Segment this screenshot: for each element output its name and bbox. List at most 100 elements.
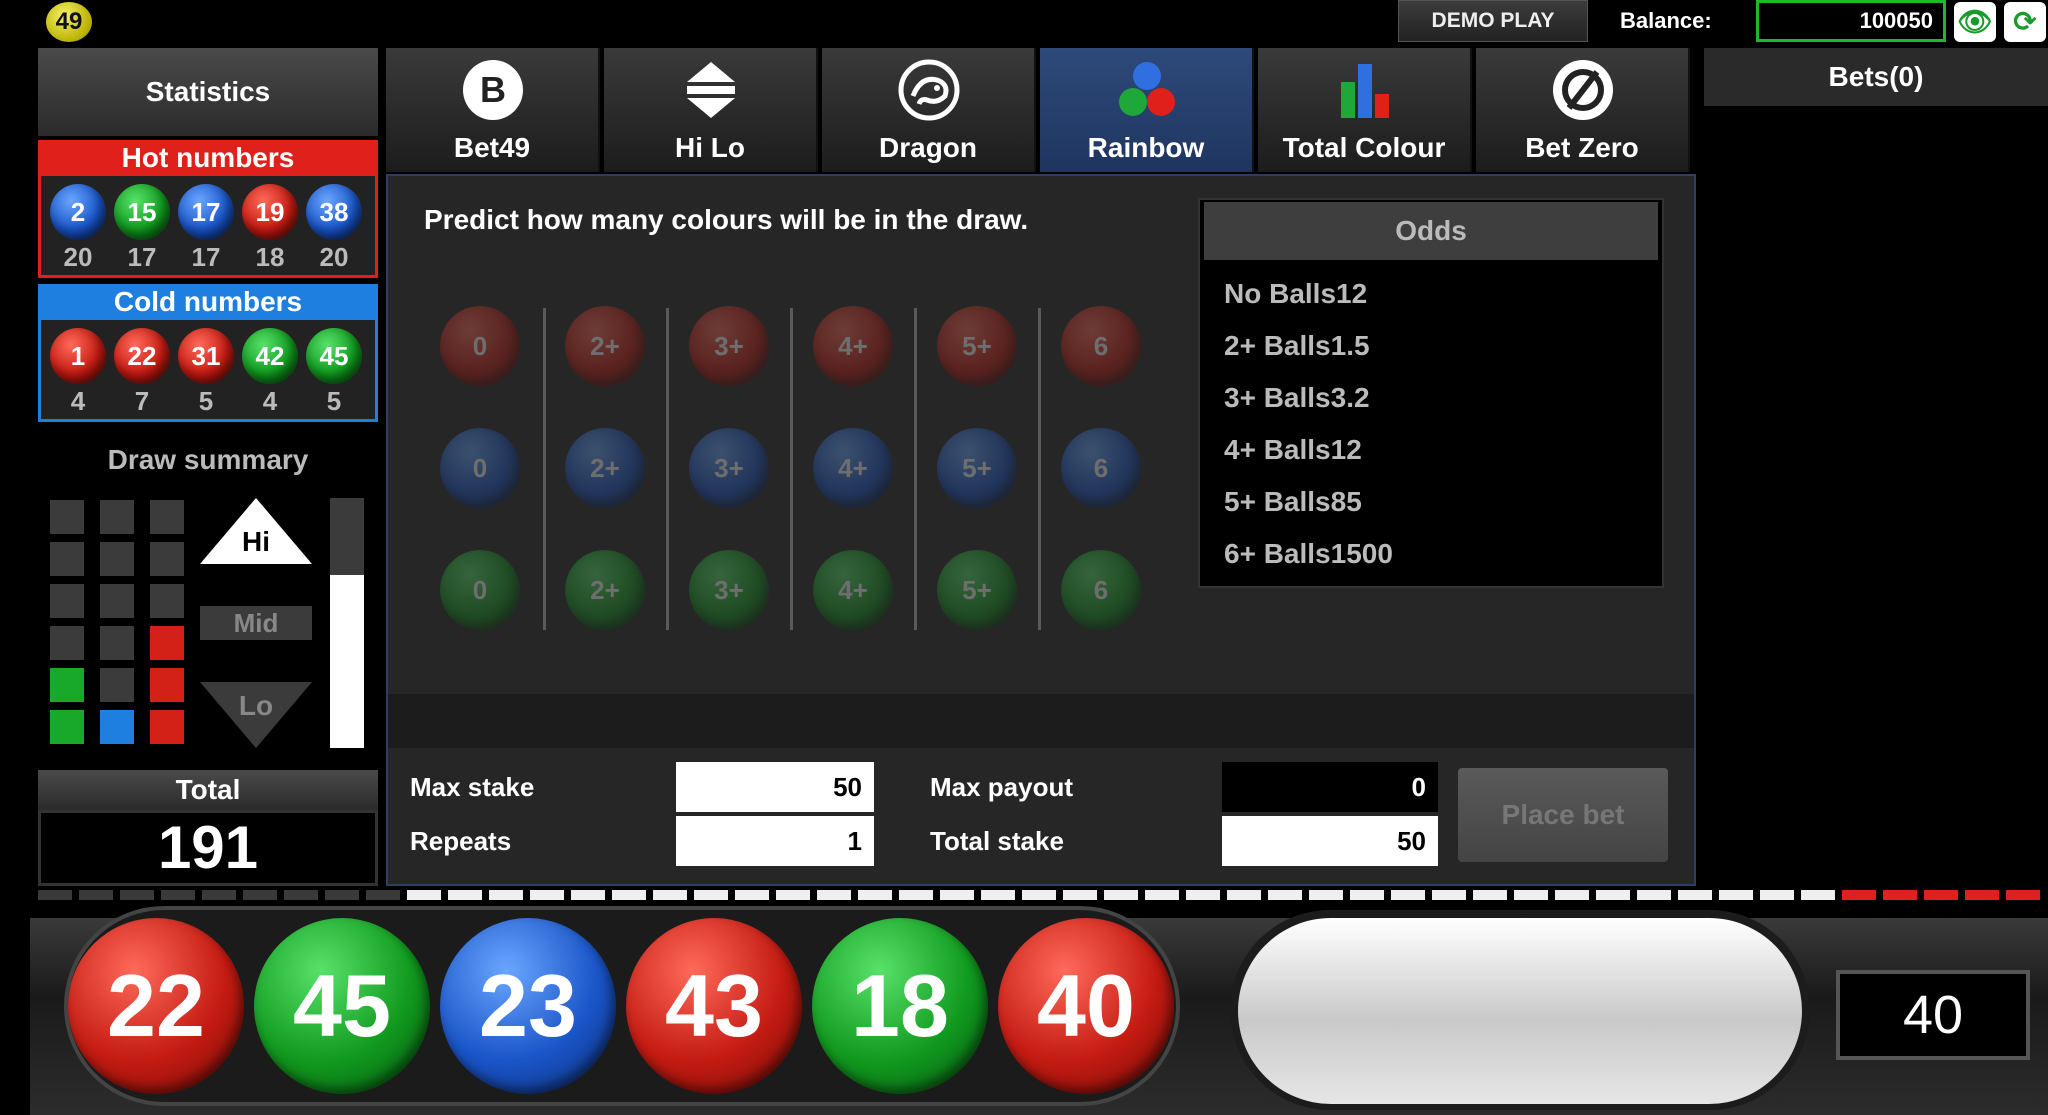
cold-number-count: 4 bbox=[70, 386, 86, 416]
eye-icon[interactable]: 👁 bbox=[1954, 2, 1996, 42]
grid-divider bbox=[666, 308, 669, 630]
cold-number-count: 4 bbox=[262, 386, 278, 416]
summary-cell bbox=[50, 626, 84, 660]
repeats-field[interactable]: 1 bbox=[676, 816, 874, 866]
balance-value: 100050 bbox=[1756, 0, 1946, 42]
progress-segment bbox=[776, 890, 810, 900]
colour-option-blue[interactable]: 6 bbox=[1061, 428, 1141, 508]
statistics-tab[interactable]: Statistics bbox=[38, 48, 378, 136]
hot-number-ball: 17 bbox=[178, 184, 234, 240]
colour-option-green[interactable]: 3+ bbox=[689, 550, 769, 630]
colour-option-green[interactable]: 0 bbox=[440, 550, 520, 630]
cold-number-ball: 42 bbox=[242, 328, 298, 384]
summary-cell bbox=[50, 710, 84, 744]
hot-number-ball: 15 bbox=[114, 184, 170, 240]
odds-row: 5+ Balls85 bbox=[1224, 486, 1362, 517]
progress-segment bbox=[284, 890, 318, 900]
panel-divider bbox=[388, 694, 1694, 748]
drawn-ball: 18 bbox=[812, 918, 988, 1094]
instruction-text: Predict how many colours will be in the … bbox=[424, 204, 1029, 235]
refresh-icon[interactable]: ⟳ bbox=[2004, 2, 2046, 42]
odds-row: 4+ Balls12 bbox=[1224, 434, 1362, 465]
colour-option-red[interactable]: 3+ bbox=[689, 306, 769, 386]
drawn-ball: 43 bbox=[626, 918, 802, 1094]
progress-segment bbox=[899, 890, 933, 900]
progress-segment bbox=[1350, 890, 1384, 900]
last-drawn-number: 40 bbox=[1836, 970, 2030, 1060]
progress-segment bbox=[1268, 890, 1302, 900]
progress-segment bbox=[38, 890, 72, 900]
summary-cell bbox=[150, 500, 184, 534]
cold-number-ball: 1 bbox=[50, 328, 106, 384]
colour-option-red[interactable]: 5+ bbox=[937, 306, 1017, 386]
tab-bet49[interactable]: B Bet49 bbox=[386, 48, 600, 172]
progress-segment bbox=[1719, 890, 1753, 900]
colour-option-red[interactable]: 6 bbox=[1061, 306, 1141, 386]
total-value: 191 bbox=[38, 810, 378, 886]
progress-segment bbox=[2006, 890, 2040, 900]
odds-title: Odds bbox=[1204, 202, 1658, 260]
colour-option-red[interactable]: 0 bbox=[440, 306, 520, 386]
summary-cell bbox=[50, 542, 84, 576]
progress-segment bbox=[448, 890, 482, 900]
summary-cell bbox=[50, 668, 84, 702]
colour-option-green[interactable]: 2+ bbox=[565, 550, 645, 630]
tab-rainbow[interactable]: Rainbow bbox=[1040, 48, 1254, 172]
cold-number-ball: 45 bbox=[306, 328, 362, 384]
lo-label: Lo bbox=[238, 690, 274, 721]
demo-play-button[interactable]: DEMO PLAY bbox=[1398, 0, 1588, 42]
colour-option-green[interactable]: 6 bbox=[1061, 550, 1141, 630]
progress-segment bbox=[120, 890, 154, 900]
place-bet-button[interactable]: Place bet bbox=[1458, 768, 1668, 862]
tab-dragon[interactable]: Dragon bbox=[822, 48, 1036, 172]
drawn-ball: 23 bbox=[440, 918, 616, 1094]
progress-segment bbox=[1145, 890, 1179, 900]
bets-header[interactable]: Bets(0) bbox=[1704, 48, 2048, 106]
colour-option-blue[interactable]: 0 bbox=[440, 428, 520, 508]
tab-label: Bet Zero bbox=[1525, 132, 1639, 163]
grid-divider bbox=[790, 308, 793, 630]
max-payout-label: Max payout bbox=[930, 772, 1074, 802]
max-stake-field[interactable]: 50 bbox=[676, 762, 874, 812]
colour-option-blue[interactable]: 4+ bbox=[813, 428, 893, 508]
colour-option-red[interactable]: 4+ bbox=[813, 306, 893, 386]
progress-segment bbox=[79, 890, 113, 900]
summary-cell bbox=[150, 584, 184, 618]
hot-number-count: 20 bbox=[319, 242, 349, 272]
bar-chart-icon bbox=[1341, 64, 1389, 118]
colour-option-green[interactable]: 5+ bbox=[937, 550, 1017, 630]
top-bar bbox=[0, 0, 2048, 44]
progress-segment bbox=[1555, 890, 1589, 900]
summary-cell bbox=[100, 500, 134, 534]
colour-option-red[interactable]: 2+ bbox=[565, 306, 645, 386]
tab-hi-lo[interactable]: Hi Lo bbox=[604, 48, 818, 172]
total-stake-label: Total stake bbox=[930, 826, 1064, 856]
tab-total-colour[interactable]: Total Colour bbox=[1258, 48, 1472, 172]
three-balls-icon bbox=[1119, 62, 1175, 116]
tab-label: Rainbow bbox=[1087, 132, 1205, 163]
summary-cell bbox=[100, 710, 134, 744]
odds-row: No Balls12 bbox=[1224, 278, 1368, 309]
hot-number-count: 17 bbox=[127, 242, 157, 272]
cold-number-ball: 31 bbox=[178, 328, 234, 384]
hot-number-count: 20 bbox=[63, 242, 93, 272]
progress-segment bbox=[858, 890, 892, 900]
hot-number-count: 18 bbox=[255, 242, 285, 272]
colour-option-blue[interactable]: 5+ bbox=[937, 428, 1017, 508]
progress-segment bbox=[489, 890, 523, 900]
hot-number-ball: 19 bbox=[242, 184, 298, 240]
progress-segment bbox=[325, 890, 359, 900]
balance-label: Balance: bbox=[1620, 8, 1712, 33]
hilo-arrows-icon bbox=[687, 62, 735, 118]
colour-option-blue[interactable]: 2+ bbox=[565, 428, 645, 508]
total-label: Total bbox=[38, 770, 378, 810]
summary-cell bbox=[100, 626, 134, 660]
cold-numbers-title: Cold numbers bbox=[38, 284, 378, 320]
colour-option-blue[interactable]: 3+ bbox=[689, 428, 769, 508]
hot-number-ball: 38 bbox=[306, 184, 362, 240]
dragon-icon bbox=[898, 59, 960, 121]
progress-segment bbox=[817, 890, 851, 900]
draw-capsule-window bbox=[1238, 918, 1802, 1104]
colour-option-green[interactable]: 4+ bbox=[813, 550, 893, 630]
tab-bet-zero[interactable]: Bet Zero bbox=[1476, 48, 1690, 172]
